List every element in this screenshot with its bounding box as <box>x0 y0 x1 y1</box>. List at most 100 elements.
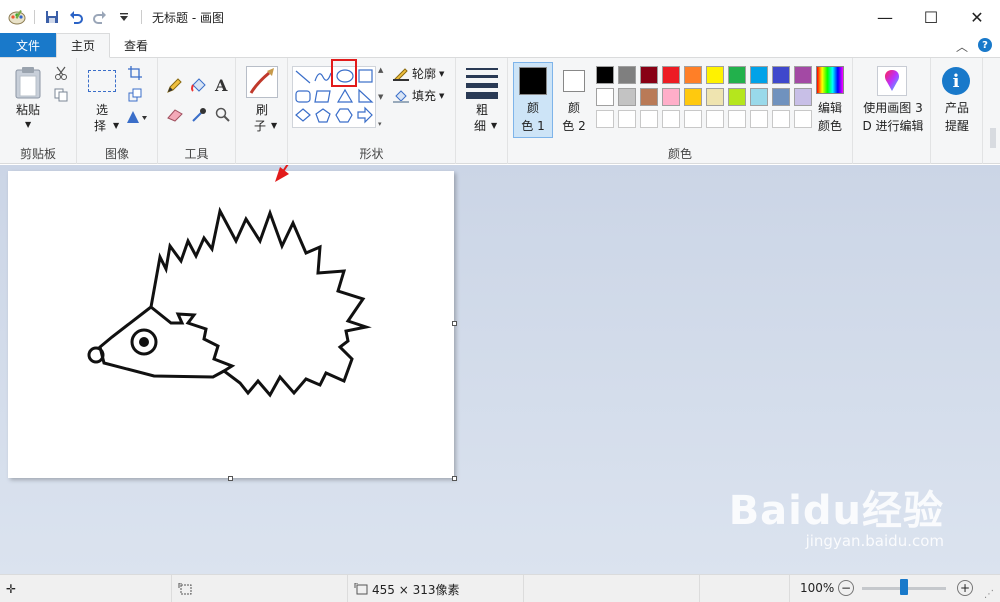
palette-custom-slot[interactable] <box>728 110 746 128</box>
polygon-shape-icon[interactable] <box>314 90 331 103</box>
zoom-slider-thumb[interactable] <box>900 579 908 595</box>
palette-color-swatch[interactable] <box>596 88 614 106</box>
palette-color-swatch[interactable] <box>794 88 812 106</box>
info-icon[interactable]: i <box>942 67 970 95</box>
rotate-icon[interactable] <box>126 110 148 127</box>
size-icon[interactable] <box>466 68 498 99</box>
shapes-gallery-scroll[interactable]: ▲ ▼ ▾ <box>378 66 386 128</box>
brushes-button[interactable] <box>246 66 278 98</box>
rectangle-shape-icon[interactable] <box>358 69 373 83</box>
palette-color-swatch[interactable] <box>618 66 636 84</box>
palette-color-swatch[interactable] <box>706 66 724 84</box>
size-dropdown-icon[interactable]: ▼ <box>491 121 497 130</box>
customize-qat-dropdown-icon[interactable] <box>115 8 133 26</box>
paint3d-label-2[interactable]: D 进行编辑 <box>855 118 931 134</box>
fill-bucket-icon[interactable] <box>190 77 208 98</box>
palette-color-swatch[interactable] <box>728 66 746 84</box>
outline-button[interactable]: 轮廓 ▼ <box>393 66 444 82</box>
pencil-icon[interactable] <box>166 78 182 97</box>
crop-icon[interactable] <box>128 66 142 83</box>
palette-color-swatch[interactable] <box>772 88 790 106</box>
paint-app-icon[interactable] <box>8 8 26 26</box>
palette-color-swatch[interactable] <box>728 88 746 106</box>
ribbon-scroll-handle[interactable] <box>990 128 996 148</box>
collapse-ribbon-icon[interactable]: ︿ <box>956 38 968 55</box>
minimize-button[interactable]: — <box>862 0 908 34</box>
tab-view[interactable]: 查看 <box>110 33 162 57</box>
cut-icon[interactable] <box>54 66 68 83</box>
color1-label-2: 色 1 <box>521 119 545 133</box>
pentagon-shape-icon[interactable] <box>315 108 331 123</box>
arrow-shape-icon[interactable] <box>357 106 373 124</box>
resize-grip-icon[interactable]: ⋰ <box>984 589 994 600</box>
palette-color-swatch[interactable] <box>662 88 680 106</box>
color-picker-icon[interactable] <box>191 107 207 126</box>
scroll-down-icon[interactable]: ▼ <box>378 93 386 101</box>
rounded-rectangle-shape-icon[interactable] <box>295 90 311 103</box>
paste-dropdown-icon[interactable]: ▼ <box>25 120 31 129</box>
fill-button[interactable]: 填充 ▼ <box>393 88 444 104</box>
scroll-up-icon[interactable]: ▲ <box>378 66 386 74</box>
save-icon[interactable] <box>43 8 61 26</box>
paint3d-button[interactable] <box>877 66 907 96</box>
palette-color-swatch[interactable] <box>772 66 790 84</box>
select-icon[interactable] <box>88 70 116 92</box>
copy-icon[interactable] <box>54 88 68 105</box>
product-alert-label-2[interactable]: 提醒 <box>940 118 974 134</box>
palette-color-swatch[interactable] <box>750 88 768 106</box>
image-group-label: 图像 <box>104 147 129 161</box>
triangle-shape-icon[interactable] <box>336 88 354 103</box>
maximize-button[interactable]: ☐ <box>908 0 954 34</box>
palette-color-swatch[interactable] <box>794 66 812 84</box>
text-tool-icon[interactable]: A <box>215 76 227 95</box>
gallery-expand-icon[interactable]: ▾ <box>378 120 386 128</box>
paint3d-label-1[interactable]: 使用画图 3 <box>855 100 931 116</box>
palette-color-swatch[interactable] <box>596 66 614 84</box>
brushes-group: 刷 子 ▼ <box>236 58 288 164</box>
edit-colors-label-1[interactable]: 编辑 <box>811 100 849 116</box>
tab-home[interactable]: 主页 <box>56 33 111 58</box>
palette-custom-slot[interactable] <box>772 110 790 128</box>
palette-custom-slot[interactable] <box>662 110 680 128</box>
zoom-out-button[interactable]: − <box>838 580 854 596</box>
palette-color-swatch[interactable] <box>618 88 636 106</box>
palette-custom-slot[interactable] <box>750 110 768 128</box>
undo-icon[interactable] <box>67 8 85 26</box>
palette-color-swatch[interactable] <box>640 88 658 106</box>
palette-custom-slot[interactable] <box>706 110 724 128</box>
palette-color-swatch[interactable] <box>662 66 680 84</box>
product-alert-label-1[interactable]: 产品 <box>940 100 974 116</box>
redo-icon[interactable] <box>91 8 109 26</box>
palette-custom-slot[interactable] <box>794 110 812 128</box>
edit-colors-label-2[interactable]: 颜色 <box>811 118 849 134</box>
palette-color-swatch[interactable] <box>684 66 702 84</box>
line-shape-icon[interactable] <box>295 70 311 84</box>
paint3d-group: 使用画图 3 D 进行编辑 <box>853 58 931 164</box>
close-button[interactable]: ✕ <box>954 0 1000 34</box>
palette-color-swatch[interactable] <box>684 88 702 106</box>
image-group: 选 择 ▼ 图像 <box>77 58 158 164</box>
tab-file[interactable]: 文件 <box>0 33 56 57</box>
palette-custom-slot[interactable] <box>596 110 614 128</box>
select-label-2[interactable]: 择 <box>85 118 115 134</box>
help-icon[interactable]: ? <box>978 38 992 52</box>
resize-icon[interactable] <box>128 88 142 105</box>
palette-color-swatch[interactable] <box>750 66 768 84</box>
palette-color-swatch[interactable] <box>706 88 724 106</box>
paste-button[interactable] <box>14 66 42 103</box>
color-palette <box>596 66 816 132</box>
palette-color-swatch[interactable] <box>640 66 658 84</box>
magnifier-icon[interactable] <box>215 107 231 126</box>
curve-shape-icon[interactable] <box>314 72 332 82</box>
edit-colors-icon[interactable] <box>816 66 844 94</box>
zoom-in-button[interactable]: + <box>957 580 973 596</box>
palette-custom-slot[interactable] <box>640 110 658 128</box>
palette-custom-slot[interactable] <box>684 110 702 128</box>
select-dropdown-icon[interactable]: ▼ <box>113 121 119 130</box>
palette-custom-slot[interactable] <box>618 110 636 128</box>
diamond-shape-icon[interactable] <box>295 108 311 122</box>
hexagon-shape-icon[interactable] <box>335 108 353 123</box>
brushes-dropdown-icon[interactable]: ▼ <box>271 121 277 130</box>
eraser-icon[interactable] <box>166 108 184 125</box>
right-triangle-shape-icon[interactable] <box>358 88 374 103</box>
